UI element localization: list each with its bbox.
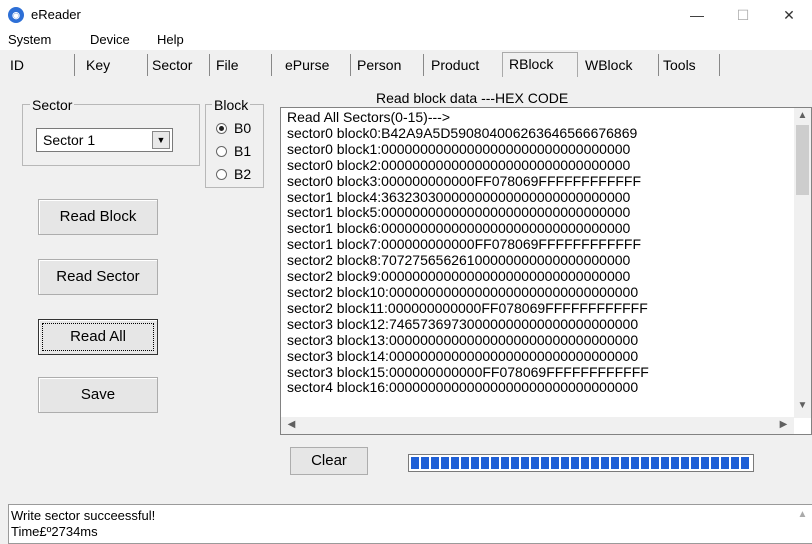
tab-rblock[interactable]: RBlock: [502, 52, 578, 77]
hex-output-textarea[interactable]: Read All Sectors(0-15)---> sector0 block0…: [280, 107, 812, 435]
scroll-down-icon[interactable]: ▼: [794, 400, 811, 411]
vertical-scroll-thumb[interactable]: [796, 125, 809, 195]
minimize-button[interactable]: —: [674, 0, 720, 30]
hex-line: sector1 block5:0000000000000000000000000…: [287, 204, 631, 221]
status-line: Time£º2734ms: [11, 524, 98, 539]
hex-line: sector2 block8:7072756562610000000000000…: [287, 252, 631, 269]
sector-select-value: Sector 1: [43, 132, 96, 148]
hex-line: sector0 block1:0000000000000000000000000…: [287, 140, 631, 157]
tab-strip: ID Key Sector File ePurse Person Product…: [0, 52, 812, 78]
hex-line: sector0 block2:0000000000000000000000000…: [287, 156, 631, 173]
vertical-scrollbar[interactable]: ▲ ▼: [794, 108, 811, 418]
hex-line: sector3 block13:000000000000000000000000…: [287, 331, 639, 348]
radio-unchecked-icon: [216, 169, 227, 180]
tab-sector[interactable]: Sector: [146, 54, 210, 76]
hex-line: sector3 block14:000000000000000000000000…: [287, 347, 639, 364]
read-sector-button[interactable]: Read Sector: [38, 259, 158, 295]
tab-file[interactable]: File: [210, 54, 272, 76]
hex-line: sector4 block16:000000000000000000000000…: [287, 379, 639, 396]
close-button[interactable]: ✕: [766, 0, 812, 30]
tab-id[interactable]: ID: [4, 54, 75, 76]
menu-help[interactable]: Help: [157, 32, 184, 47]
save-button[interactable]: Save: [38, 377, 158, 413]
hex-line: sector0 block3:000000000000FF078069FFFFF…: [287, 172, 642, 189]
hex-line: sector0 block0:B42A9A5D59080400626364656…: [287, 124, 638, 141]
scroll-right-icon[interactable]: ▶: [775, 419, 792, 430]
hex-line: sector2 block10:000000000000000000000000…: [287, 283, 639, 300]
maximize-button[interactable]: ☐: [720, 0, 766, 30]
tab-key[interactable]: Key: [80, 54, 148, 76]
status-log[interactable]: Write sector succeessful! Time£º2734ms ▲: [8, 504, 812, 544]
block-group-label: Block: [212, 97, 251, 113]
tab-product[interactable]: Product: [425, 54, 504, 76]
hex-line: sector1 block6:0000000000000000000000000…: [287, 220, 631, 237]
tab-wblock[interactable]: WBlock: [579, 54, 659, 76]
menu-bar: System Device Help: [0, 30, 812, 50]
scroll-up-icon[interactable]: ▲: [794, 110, 811, 121]
tab-epurse[interactable]: ePurse: [279, 54, 351, 76]
app-logo-icon: ◉: [8, 7, 24, 23]
progress-fill: [411, 457, 751, 469]
sector-select[interactable]: Sector 1 ▼: [36, 128, 173, 152]
hex-line: sector2 block11:000000000000FF078069FFFF…: [287, 299, 648, 316]
hex-line: sector1 block7:000000000000FF078069FFFFF…: [287, 236, 642, 253]
read-all-button[interactable]: Read All: [38, 319, 158, 355]
hex-line: sector3 block15:000000000000FF078069FFFF…: [287, 363, 649, 380]
menu-system[interactable]: System: [8, 32, 51, 47]
sector-group-label: Sector: [30, 97, 75, 113]
read-block-button[interactable]: Read Block: [38, 199, 158, 235]
radio-unchecked-icon: [216, 146, 227, 157]
scroll-left-icon[interactable]: ◀: [283, 419, 300, 430]
tab-tools[interactable]: Tools: [657, 54, 720, 76]
radio-checked-icon: [216, 123, 227, 134]
hex-line: Read All Sectors(0-15)--->: [287, 109, 451, 125]
tab-person[interactable]: Person: [351, 54, 424, 76]
window-title: eReader: [31, 7, 81, 22]
progress-bar: [408, 454, 754, 472]
hex-caption: Read block data ---HEX CODE: [376, 90, 569, 106]
title-bar: ◉ eReader — ☐ ✕: [0, 0, 812, 30]
chevron-down-icon[interactable]: ▼: [152, 131, 170, 149]
hex-lines: Read All Sectors(0-15)---> sector0 block0…: [287, 109, 649, 396]
clear-button[interactable]: Clear: [290, 447, 368, 475]
status-line: Write sector succeessful!: [11, 508, 156, 523]
horizontal-scrollbar[interactable]: ◀ ▶: [281, 417, 794, 434]
scroll-up-icon[interactable]: ▲: [794, 509, 811, 520]
hex-line: sector2 block9:0000000000000000000000000…: [287, 268, 631, 285]
hex-line: sector1 block4:3632303000000000000000000…: [287, 188, 631, 205]
menu-device[interactable]: Device: [90, 32, 130, 47]
hex-line: sector3 block12:746573697300000000000000…: [287, 315, 639, 332]
